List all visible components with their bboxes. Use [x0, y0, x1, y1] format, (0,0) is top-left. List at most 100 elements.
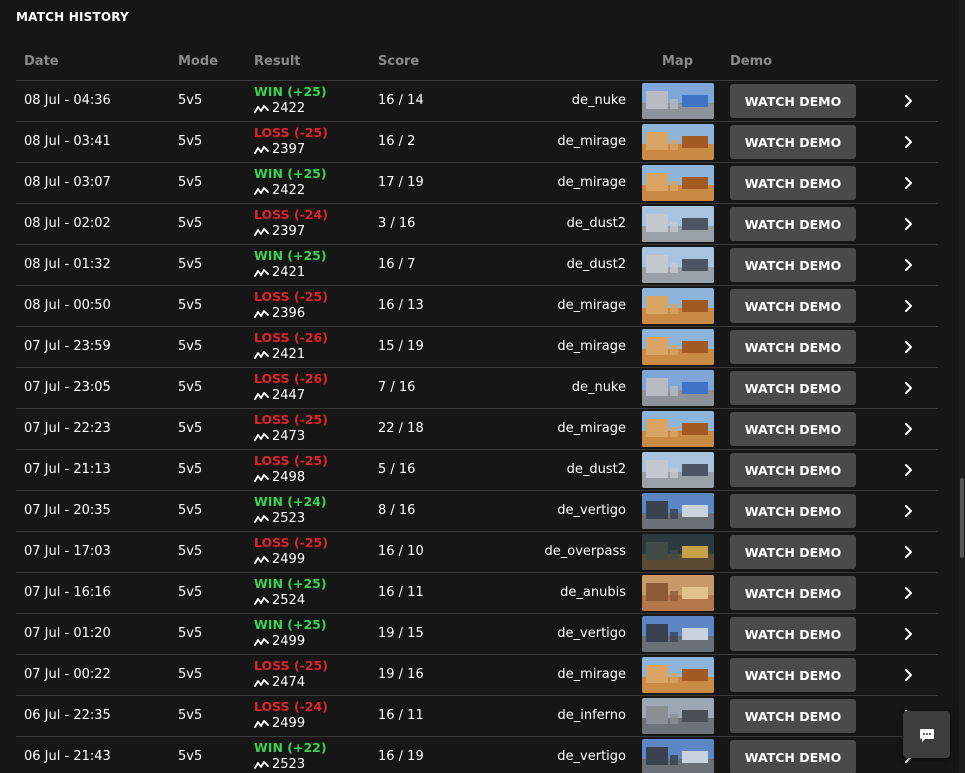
watch-demo-button[interactable]: WATCH DEMO: [730, 289, 856, 323]
row-expand-button[interactable]: [902, 585, 916, 601]
map-thumbnail: [642, 452, 714, 488]
watch-demo-button[interactable]: WATCH DEMO: [730, 330, 856, 364]
watch-demo-button[interactable]: WATCH DEMO: [730, 576, 856, 610]
row-expand-button[interactable]: [902, 421, 916, 437]
elo-trend-icon: [254, 597, 269, 605]
match-result: LOSS (-25) 2473: [254, 411, 328, 446]
match-result: WIN (+25) 2422: [254, 165, 327, 200]
match-score: 17 / 19: [378, 175, 424, 190]
row-expand-button[interactable]: [902, 134, 916, 150]
elo-trend-icon: [254, 474, 269, 482]
elo-number: 2396: [272, 306, 306, 321]
result-label: LOSS (-25): [254, 289, 328, 304]
match-row[interactable]: 08 Jul - 02:02 5v5 LOSS (-24) 2397 3 / 16 de_…: [16, 204, 938, 245]
match-row[interactable]: 07 Jul - 16:16 5v5 WIN (+25) 2524 16 / 11 de_…: [16, 573, 938, 614]
watch-demo-button[interactable]: WATCH DEMO: [730, 535, 856, 569]
match-score: 16 / 10: [378, 544, 424, 559]
match-mode: 5v5: [178, 216, 203, 231]
watch-demo-button[interactable]: WATCH DEMO: [730, 740, 856, 773]
row-expand-button[interactable]: [902, 216, 916, 232]
page-scrollbar[interactable]: [959, 0, 965, 773]
watch-demo-button[interactable]: WATCH DEMO: [730, 248, 856, 282]
match-row[interactable]: 08 Jul - 03:41 5v5 LOSS (-25) 2397 16 / 2 de_…: [16, 122, 938, 163]
match-row[interactable]: 07 Jul - 00:22 5v5 LOSS (-25) 2474 19 / 16 de…: [16, 655, 938, 696]
elo-number: 2397: [272, 142, 306, 157]
match-result: LOSS (-25) 2397: [254, 124, 328, 159]
watch-demo-button[interactable]: WATCH DEMO: [730, 371, 856, 405]
row-expand-button[interactable]: [902, 544, 916, 560]
match-result: LOSS (-25) 2396: [254, 288, 328, 323]
match-row[interactable]: 07 Jul - 23:59 5v5 LOSS (-26) 2421 15 / 19 de…: [16, 327, 938, 368]
elo-number: 2473: [272, 429, 306, 444]
match-history-page: MATCH HISTORY Date Mode Result Score Map…: [0, 0, 965, 773]
elo-number: 2474: [272, 675, 306, 690]
match-row[interactable]: 08 Jul - 04:36 5v5 WIN (+25) 2422 16 / 14 de_…: [16, 81, 938, 122]
match-row[interactable]: 08 Jul - 01:32 5v5 WIN (+25) 2421 16 / 7 de_d…: [16, 245, 938, 286]
row-expand-button[interactable]: [902, 667, 916, 683]
match-row[interactable]: 07 Jul - 17:03 5v5 LOSS (-25) 2499 16 / 10 de…: [16, 532, 938, 573]
row-expand-button[interactable]: [902, 175, 916, 191]
match-row[interactable]: 07 Jul - 20:35 5v5 WIN (+24) 2523 8 / 16 de_v…: [16, 491, 938, 532]
match-row[interactable]: 07 Jul - 23:05 5v5 LOSS (-26) 2447 7 / 16 de_…: [16, 368, 938, 409]
watch-demo-button[interactable]: WATCH DEMO: [730, 453, 856, 487]
chat-button[interactable]: [903, 711, 950, 758]
match-mode: 5v5: [178, 708, 203, 723]
watch-demo-button[interactable]: WATCH DEMO: [730, 125, 856, 159]
row-expand-button[interactable]: [902, 503, 916, 519]
elo-value: 2422: [254, 182, 327, 200]
match-row[interactable]: 06 Jul - 21:43 5v5 WIN (+22) 2523 16 / 19 de_…: [16, 737, 938, 773]
column-header-score: Score: [378, 54, 420, 69]
watch-demo-button[interactable]: WATCH DEMO: [730, 84, 856, 118]
watch-demo-button[interactable]: WATCH DEMO: [730, 699, 856, 733]
match-mode: 5v5: [178, 93, 203, 108]
elo-value: 2523: [254, 510, 327, 528]
match-mode: 5v5: [178, 421, 203, 436]
match-date: 08 Jul - 02:02: [24, 216, 111, 231]
map-name: de_inferno: [557, 708, 627, 723]
watch-demo-button[interactable]: WATCH DEMO: [730, 412, 856, 446]
map-thumbnail: [642, 493, 714, 529]
match-row[interactable]: 07 Jul - 21:13 5v5 LOSS (-25) 2498 5 / 16 de_…: [16, 450, 938, 491]
match-score: 16 / 19: [378, 749, 424, 764]
watch-demo-button[interactable]: WATCH DEMO: [730, 658, 856, 692]
match-mode: 5v5: [178, 462, 203, 477]
match-result: WIN (+25) 2524: [254, 575, 327, 610]
result-label: WIN (+25): [254, 166, 327, 181]
map-thumbnail: [642, 329, 714, 365]
column-header-demo: Demo: [730, 54, 773, 69]
match-score: 8 / 16: [378, 503, 416, 518]
match-row[interactable]: 08 Jul - 00:50 5v5 LOSS (-25) 2396 16 / 13 de…: [16, 286, 938, 327]
result-label: WIN (+24): [254, 494, 327, 509]
match-row[interactable]: 06 Jul - 22:35 5v5 LOSS (-24) 2499 16 / 11 de…: [16, 696, 938, 737]
chevron-right-icon: [905, 382, 912, 394]
match-date: 07 Jul - 23:05: [24, 380, 111, 395]
match-date: 08 Jul - 03:07: [24, 175, 111, 190]
map-thumbnail: [642, 165, 714, 201]
watch-demo-button[interactable]: WATCH DEMO: [730, 494, 856, 528]
watch-demo-button[interactable]: WATCH DEMO: [730, 207, 856, 241]
match-mode: 5v5: [178, 339, 203, 354]
map-thumbnail: [642, 739, 714, 773]
match-mode: 5v5: [178, 380, 203, 395]
row-expand-button[interactable]: [902, 380, 916, 396]
match-date: 07 Jul - 21:13: [24, 462, 111, 477]
watch-demo-button[interactable]: WATCH DEMO: [730, 617, 856, 651]
row-expand-button[interactable]: [902, 462, 916, 478]
map-name: de_mirage: [557, 134, 626, 149]
match-row[interactable]: 08 Jul - 03:07 5v5 WIN (+25) 2422 17 / 19 de_…: [16, 163, 938, 204]
match-result: LOSS (-25) 2499: [254, 534, 328, 569]
watch-demo-button[interactable]: WATCH DEMO: [730, 166, 856, 200]
match-score: 19 / 16: [378, 667, 424, 682]
row-expand-button[interactable]: [902, 93, 916, 109]
row-expand-button[interactable]: [902, 298, 916, 314]
row-expand-button[interactable]: [902, 626, 916, 642]
row-expand-button[interactable]: [902, 257, 916, 273]
chevron-right-icon: [905, 423, 912, 435]
match-row[interactable]: 07 Jul - 01:20 5v5 WIN (+25) 2499 19 / 15 de_…: [16, 614, 938, 655]
result-label: LOSS (-24): [254, 699, 328, 714]
row-expand-button[interactable]: [902, 339, 916, 355]
match-row[interactable]: 07 Jul - 22:23 5v5 LOSS (-25) 2473 22 / 18 de…: [16, 409, 938, 450]
result-label: WIN (+25): [254, 84, 327, 99]
map-name: de_mirage: [557, 175, 626, 190]
elo-number: 2421: [272, 265, 306, 280]
